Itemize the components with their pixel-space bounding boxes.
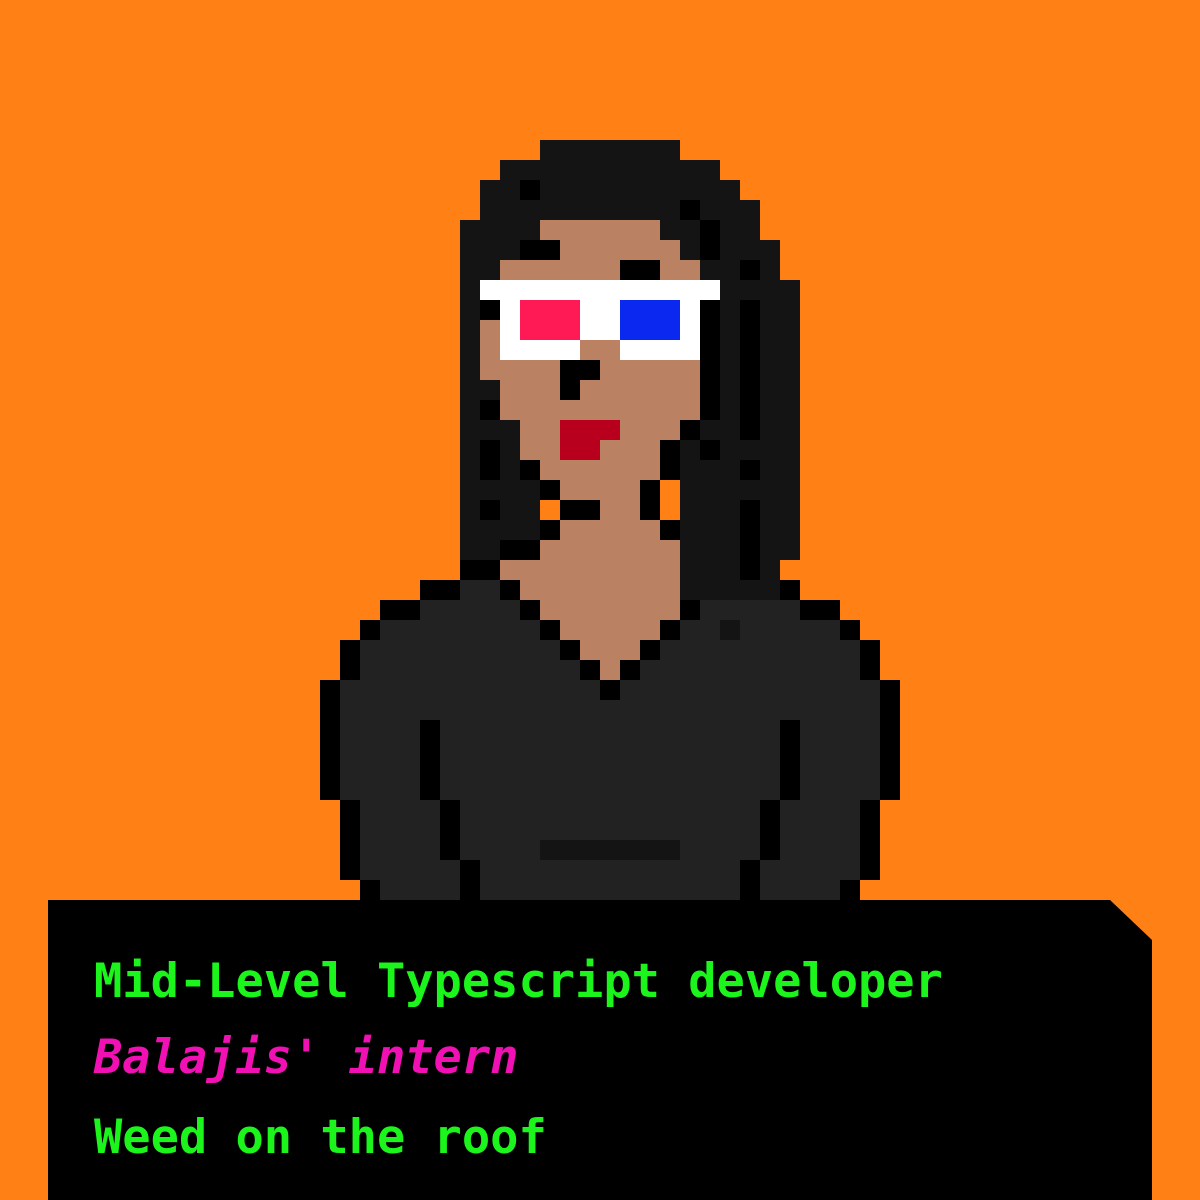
neck-outline [540,520,560,540]
nft-card: Mid-Level Typescript developer Balajis' … [0,0,1200,1200]
hoodie-outline [860,800,880,880]
face-outline [620,260,660,280]
glasses-lens-red [520,300,580,340]
glasses-frame [620,340,700,360]
neck-outline [660,620,680,640]
hoodie-outline [320,680,340,800]
face-outline [660,440,680,480]
face-outline [700,220,720,260]
hair-block [680,560,780,600]
hoodie-block [360,880,860,900]
hoodie-pocket [540,840,680,860]
hoodie-seam [460,860,480,900]
hoodie-seam [440,800,460,860]
hair-strand [740,500,760,580]
hoodie-seam [780,720,800,800]
hair-block [480,200,760,220]
skin-block [540,600,680,620]
neck-outline [520,600,540,620]
glasses-frame [480,280,720,300]
lips [560,440,600,460]
lips [560,420,620,440]
hoodie-seam [760,800,780,860]
face-outline [680,420,700,440]
neck-outline [500,540,540,560]
hoodie-seam [420,720,440,800]
face-outline [640,480,660,520]
skin-block [560,620,660,640]
affiliation-text: Balajis' intern [94,1030,519,1085]
hair-strand [700,440,720,460]
skin-block [520,580,680,600]
hair-block [500,160,720,180]
face-outline [540,480,560,500]
neck-outline [660,520,680,540]
hair-gap [540,500,560,520]
role-text: Mid-Level Typescript developer [94,954,943,1009]
face-outline [520,460,540,480]
skin-block [500,560,680,580]
hoodie-outline [360,880,380,900]
hoodie-outline [340,640,360,680]
face-outline [520,240,560,260]
hoodie-outline [360,620,380,640]
neck-outline [620,660,640,680]
hoodie-seam [740,860,760,900]
face-outline [560,500,600,520]
trait-text: Weed on the roof [94,1110,547,1165]
hair-gap [660,480,680,520]
nose [560,360,600,380]
neck-outline [460,560,500,580]
hoodie-outline [340,800,360,880]
hoodie-outline [420,580,460,600]
neck-outline [560,640,580,660]
hair-strand [740,260,760,280]
hair-strand [480,500,500,520]
caption-panel: Mid-Level Typescript developer Balajis' … [48,900,1152,1200]
skin-block [600,660,620,680]
hair-block [480,180,740,200]
hair-block [540,140,680,160]
hair-strand [720,620,740,640]
hoodie-outline [800,600,840,620]
neck-outline [640,640,660,660]
hair-strand [740,460,760,480]
skin-block [500,380,700,420]
hoodie-outline [840,620,860,640]
hoodie-outline [840,880,860,900]
neck-outline [580,660,600,680]
hair-strand [480,440,500,480]
hoodie-outline [880,680,900,800]
skin-block [540,460,660,480]
nose [560,380,580,400]
neck-outline [540,620,560,640]
hair-strand [680,600,700,620]
skin-block [540,220,660,240]
neck-outline [500,580,520,600]
glasses-frame [500,340,580,360]
hair-strand [700,300,720,420]
hoodie-outline [860,640,880,680]
hoodie-outline [380,600,420,620]
skin-block [580,640,640,660]
hair-strand [740,300,760,440]
skin-block [500,260,700,280]
face-outline [520,180,540,200]
skin-block [540,540,680,560]
glasses-lens-blue [620,300,680,340]
face-outline [480,300,500,320]
skin-block [560,520,660,540]
face-outline [480,400,500,420]
face-outline [680,200,700,220]
hoodie-outline [780,580,800,600]
neck-outline [600,680,620,700]
